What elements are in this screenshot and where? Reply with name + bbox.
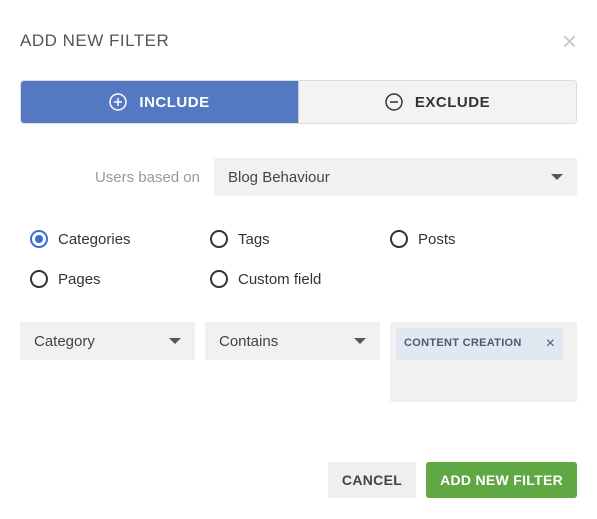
radio-custom-field[interactable]: Custom field [210, 270, 390, 288]
tab-include[interactable]: INCLUDE [21, 81, 299, 123]
cancel-button[interactable]: CANCEL [328, 462, 416, 498]
radio-icon [390, 230, 408, 248]
modal-footer: CANCEL ADD NEW FILTER [20, 462, 577, 498]
chip-label: CONTENT CREATION [404, 337, 522, 351]
radio-icon [30, 270, 48, 288]
criteria-value-box[interactable]: CONTENT CREATION × [390, 322, 577, 402]
criteria-field-select[interactable]: Category [20, 322, 195, 360]
basis-select[interactable]: Blog Behaviour [214, 158, 577, 196]
users-based-on-label: Users based on [20, 169, 200, 186]
radio-icon [210, 230, 228, 248]
modal-header: ADD NEW FILTER × [20, 28, 577, 54]
criteria-operator-value: Contains [219, 333, 278, 350]
radio-label: Custom field [238, 271, 321, 288]
radio-pages[interactable]: Pages [30, 270, 210, 288]
modal-title: ADD NEW FILTER [20, 31, 169, 51]
minus-circle-icon [385, 93, 403, 111]
radio-label: Pages [58, 271, 101, 288]
close-icon[interactable]: × [562, 28, 577, 54]
radio-label: Categories [58, 231, 131, 248]
radio-icon [210, 270, 228, 288]
radio-tags[interactable]: Tags [210, 230, 390, 248]
value-chip: CONTENT CREATION × [396, 328, 563, 360]
criteria-field-value: Category [34, 333, 95, 350]
chip-remove-icon[interactable]: × [546, 334, 556, 354]
include-exclude-tabs: INCLUDE EXCLUDE [20, 80, 577, 124]
plus-circle-icon [109, 93, 127, 111]
radio-label: Tags [238, 231, 270, 248]
users-based-on-row: Users based on Blog Behaviour [20, 158, 577, 196]
chevron-down-icon [551, 174, 563, 180]
basis-select-value: Blog Behaviour [228, 169, 330, 186]
add-filter-modal: ADD NEW FILTER × INCLUDE EXCLUDE Users b… [0, 0, 597, 518]
tab-include-label: INCLUDE [139, 94, 209, 111]
radio-posts[interactable]: Posts [390, 230, 570, 248]
source-radio-group: Categories Tags Posts Pages Custom field [20, 230, 577, 288]
tab-exclude[interactable]: EXCLUDE [299, 81, 576, 123]
radio-icon [30, 230, 48, 248]
radio-label: Posts [418, 231, 456, 248]
tab-exclude-label: EXCLUDE [415, 94, 490, 111]
add-new-filter-button[interactable]: ADD NEW FILTER [426, 462, 577, 498]
criteria-operator-select[interactable]: Contains [205, 322, 380, 360]
chevron-down-icon [169, 338, 181, 344]
criteria-row: Category Contains CONTENT CREATION × [20, 322, 577, 402]
radio-categories[interactable]: Categories [30, 230, 210, 248]
chevron-down-icon [354, 338, 366, 344]
